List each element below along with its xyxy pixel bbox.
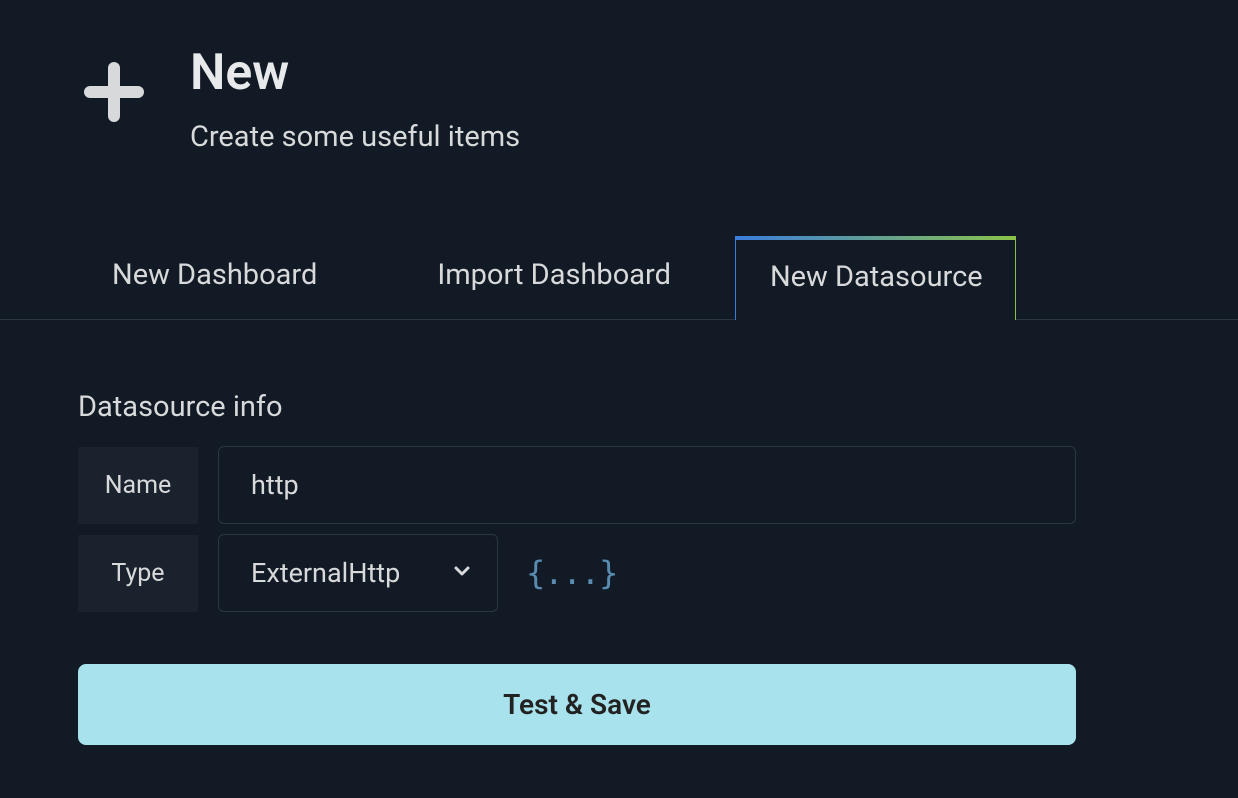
form-row-name: Name bbox=[78, 446, 1238, 524]
type-label: Type bbox=[78, 535, 198, 612]
tab-import-dashboard[interactable]: Import Dashboard bbox=[377, 236, 735, 319]
name-label: Name bbox=[78, 447, 198, 524]
section-title: Datasource info bbox=[78, 390, 1238, 424]
page-header: New Create some useful items bbox=[0, 0, 1238, 154]
page-subtitle: Create some useful items bbox=[190, 120, 520, 154]
name-input[interactable] bbox=[218, 446, 1076, 524]
tab-new-dashboard[interactable]: New Dashboard bbox=[78, 236, 377, 319]
content: Datasource info Name Type ExternalHttp {… bbox=[0, 320, 1238, 745]
type-select-wrapper: ExternalHttp bbox=[218, 534, 498, 612]
plus-icon bbox=[78, 56, 150, 128]
tabs: New Dashboard Import Dashboard New Datas… bbox=[0, 236, 1238, 320]
type-select[interactable]: ExternalHttp bbox=[218, 534, 498, 612]
page-title: New bbox=[190, 48, 520, 98]
json-icon[interactable]: {...} bbox=[526, 554, 617, 592]
tab-new-datasource[interactable]: New Datasource bbox=[735, 236, 1016, 320]
form-row-type: Type ExternalHttp {...} bbox=[78, 534, 1238, 612]
header-text: New Create some useful items bbox=[190, 48, 520, 154]
test-save-button[interactable]: Test & Save bbox=[78, 664, 1076, 745]
